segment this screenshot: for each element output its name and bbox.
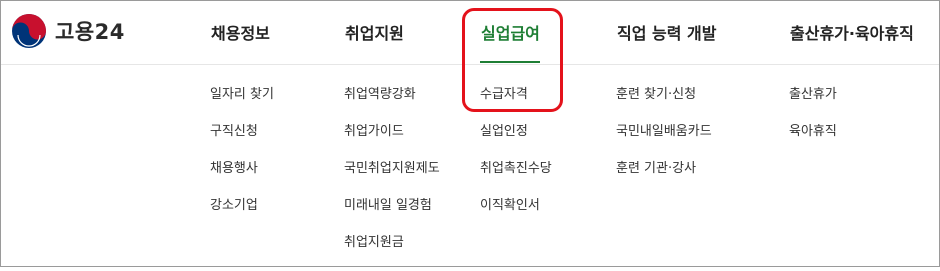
submenu-item[interactable]: 취업지원금 (344, 234, 440, 252)
submenu-item[interactable]: 일자리 찾기 (210, 86, 274, 104)
nav-item-maternity-parental-leave[interactable]: 출산휴가·육아휴직 (790, 20, 914, 44)
submenu-item[interactable]: 강소기업 (210, 197, 274, 215)
submenu-vocational-training: 훈련 찾기·신청 국민내일배움카드 훈련 기관·강사 (616, 86, 712, 197)
logo-text: 고용24 (55, 20, 125, 44)
submenu-employment-support: 취업역량강화 취업가이드 국민취업지원제도 미래내일 일경험 취업지원금 (344, 86, 440, 271)
highlight-annotation-box (462, 8, 563, 112)
submenu-item[interactable]: 국민내일배움카드 (616, 123, 712, 141)
submenu-item[interactable]: 실업인정 (480, 123, 552, 141)
nav-item-vocational-training[interactable]: 직업 능력 개발 (617, 20, 716, 44)
submenu-item[interactable]: 취업역량강화 (344, 86, 440, 104)
submenu-item[interactable]: 훈련 찾기·신청 (616, 86, 712, 104)
submenu-item[interactable]: 국민취업지원제도 (344, 160, 440, 178)
submenu-item[interactable]: 구직신청 (210, 123, 274, 141)
submenu-item[interactable]: 육아휴직 (789, 123, 837, 141)
submenu-item[interactable]: 취업촉진수당 (480, 160, 552, 178)
site-logo[interactable]: 고용24 (11, 11, 125, 51)
submenu-item[interactable]: 출산휴가 (789, 86, 837, 104)
submenu-recruit-info: 일자리 찾기 구직신청 채용행사 강소기업 (210, 86, 274, 234)
submenu-item[interactable]: 취업가이드 (344, 123, 440, 141)
submenu-item[interactable]: 이직확인서 (480, 197, 552, 215)
government-taeguk-emblem-icon (12, 14, 46, 48)
submenu-item[interactable]: 훈련 기관·강사 (616, 160, 712, 178)
submenu-item[interactable]: 채용행사 (210, 160, 274, 178)
nav-item-recruit-info[interactable]: 채용정보 (211, 20, 270, 44)
nav-item-employment-support[interactable]: 취업지원 (345, 20, 404, 44)
submenu-maternity-parental-leave: 출산휴가 육아휴직 (789, 86, 837, 160)
submenu-item[interactable]: 미래내일 일경험 (344, 197, 440, 215)
